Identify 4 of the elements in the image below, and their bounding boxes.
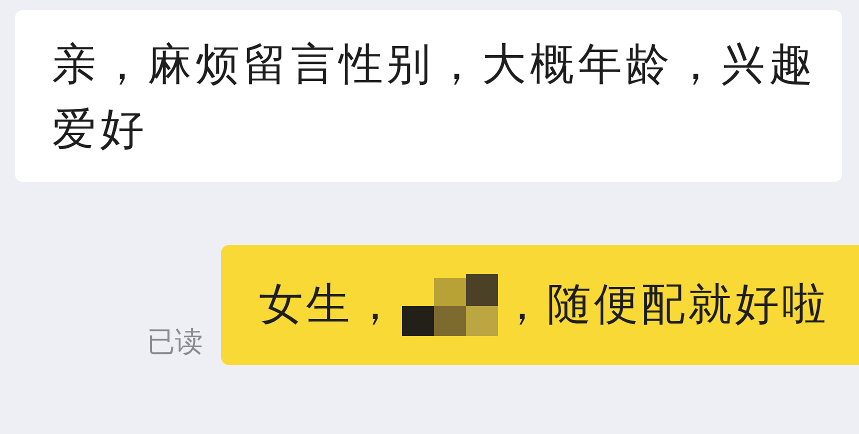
message-text: ，随便配就好啦 bbox=[500, 278, 829, 332]
read-status: 已读 bbox=[147, 324, 203, 360]
message-text: 亲，麻烦留言性别，大概年龄，兴趣爱好 bbox=[52, 38, 818, 157]
message-text: 女生， bbox=[259, 278, 400, 332]
